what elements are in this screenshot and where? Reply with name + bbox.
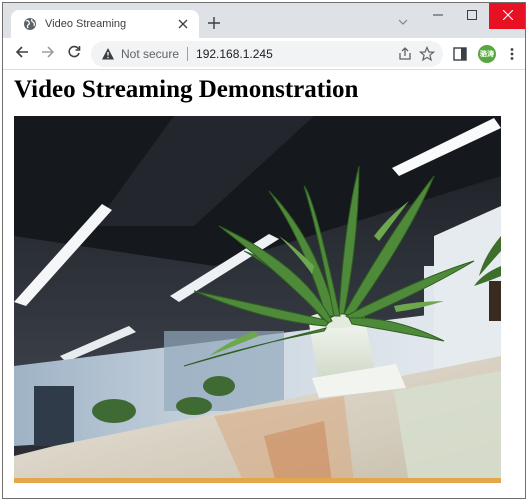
warning-triangle-icon[interactable] xyxy=(101,47,115,61)
video-stream[interactable] xyxy=(14,116,501,483)
url-text[interactable]: 192.168.1.245 xyxy=(196,47,273,61)
tab-strip: Video Streaming xyxy=(3,3,525,38)
maximize-icon xyxy=(467,7,477,25)
window-close-button[interactable] xyxy=(489,3,525,29)
close-icon[interactable] xyxy=(175,16,191,32)
chevron-down-icon xyxy=(398,12,408,30)
plus-icon xyxy=(208,16,220,34)
tab-search-button[interactable] xyxy=(393,12,413,30)
browser-window: Video Streaming Not secure 192.168.1.245… xyxy=(2,2,526,499)
address-bar[interactable]: Not secure 192.168.1.245 xyxy=(91,41,443,67)
forward-button[interactable] xyxy=(36,42,60,66)
back-button[interactable] xyxy=(10,42,34,66)
globe-icon xyxy=(23,17,37,31)
arrow-left-icon xyxy=(15,45,29,64)
minimize-button[interactable] xyxy=(421,3,455,29)
video-frame xyxy=(14,116,501,483)
close-icon xyxy=(502,7,514,25)
page-title: Video Streaming Demonstration xyxy=(14,76,359,103)
security-status[interactable]: Not secure xyxy=(121,47,179,61)
arrow-right-icon xyxy=(41,45,55,64)
reload-icon xyxy=(67,45,81,64)
tab-video-streaming[interactable]: Video Streaming xyxy=(11,10,199,38)
minimize-icon xyxy=(433,7,443,25)
tab-title: Video Streaming xyxy=(45,18,127,30)
new-tab-button[interactable] xyxy=(203,14,225,36)
star-icon[interactable] xyxy=(418,45,436,62)
avatar[interactable]: 骆涛 xyxy=(478,45,496,63)
side-panel-icon[interactable] xyxy=(453,47,467,61)
share-icon[interactable] xyxy=(397,46,413,62)
browser-toolbar: Not secure 192.168.1.245 骆涛 xyxy=(3,38,525,70)
page-content: Video Streaming Demonstration xyxy=(3,71,525,498)
maximize-button[interactable] xyxy=(455,3,489,29)
reload-button[interactable] xyxy=(62,42,86,66)
kebab-menu-icon[interactable] xyxy=(505,47,519,61)
page-scrollbar[interactable] xyxy=(515,71,525,498)
omnibox-divider xyxy=(187,47,189,61)
